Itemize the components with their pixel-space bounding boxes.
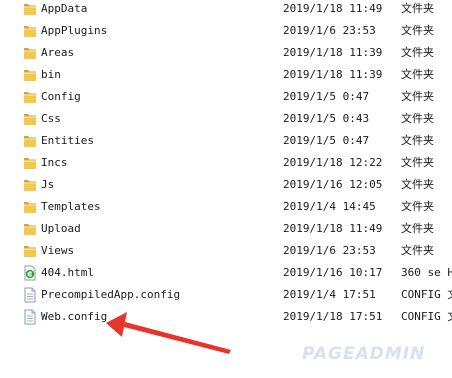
file-date-modified: 2019/1/4 14:45 — [283, 200, 376, 213]
folder-icon — [23, 133, 37, 149]
file-date-modified: 2019/1/5 0:47 — [283, 90, 370, 103]
file-date-modified: 2019/1/18 12:22 — [283, 156, 383, 169]
file-type: 360 se HTML — [401, 266, 452, 279]
file-row[interactable]: bin 2019/1/18 11:39 文件夹 — [0, 64, 452, 86]
folder-icon — [23, 1, 37, 17]
file-type: 文件夹 — [401, 178, 434, 191]
file-date-modified: 2019/1/6 23:53 — [283, 24, 376, 37]
file-name: Js — [41, 178, 55, 191]
file-row[interactable]: Entities 2019/1/5 0:47 文件夹 — [0, 130, 452, 152]
file-type: 文件夹 — [401, 156, 434, 169]
file-name: Areas — [41, 46, 75, 59]
file-name: Upload — [41, 222, 81, 235]
file-name: Views — [41, 244, 75, 257]
file-row[interactable]: Views 2019/1/6 23:53 文件夹 — [0, 240, 452, 262]
file-date-modified: 2019/1/18 17:51 — [283, 310, 383, 323]
folder-icon — [23, 243, 37, 259]
file-date-modified: 2019/1/18 11:49 — [283, 2, 383, 15]
file-date-modified: 2019/1/18 11:39 — [283, 68, 383, 81]
file-row[interactable]: Config 2019/1/5 0:47 文件夹 — [0, 86, 452, 108]
file-type: 文件夹 — [401, 222, 434, 235]
config-file-icon — [23, 309, 37, 325]
file-date-modified: 2019/1/16 10:17 — [283, 266, 383, 279]
file-date-modified: 2019/1/5 0:43 — [283, 112, 370, 125]
file-name: bin — [41, 68, 61, 81]
file-name: AppPlugins — [41, 24, 108, 37]
file-date-modified: 2019/1/6 23:53 — [283, 244, 376, 257]
file-row[interactable]: AppPlugins 2019/1/6 23:53 文件夹 — [0, 20, 452, 42]
file-date-modified: 2019/1/5 0:47 — [283, 134, 370, 147]
html-file-icon — [23, 265, 37, 281]
config-file-icon — [23, 287, 37, 303]
file-row[interactable]: Templates 2019/1/4 14:45 文件夹 — [0, 196, 452, 218]
folder-icon — [23, 67, 37, 83]
file-name: Web.config — [41, 310, 108, 323]
file-row[interactable]: PrecompiledApp.config 2019/1/4 17:51 CON… — [0, 284, 452, 306]
file-row[interactable]: Incs 2019/1/18 12:22 文件夹 — [0, 152, 452, 174]
file-type: 文件夹 — [401, 134, 434, 147]
folder-icon — [23, 155, 37, 171]
file-date-modified: 2019/1/18 11:49 — [283, 222, 383, 235]
folder-icon — [23, 221, 37, 237]
folder-icon — [23, 89, 37, 105]
file-type: 文件夹 — [401, 2, 434, 15]
file-row[interactable]: Areas 2019/1/18 11:39 文件夹 — [0, 42, 452, 64]
folder-icon — [23, 111, 37, 127]
file-type: CONFIG 文件 — [401, 288, 452, 301]
folder-icon — [23, 45, 37, 61]
file-type: 文件夹 — [401, 24, 434, 37]
file-name: Css — [41, 112, 61, 125]
folder-icon — [23, 199, 37, 215]
file-name: Templates — [41, 200, 101, 213]
file-name: Config — [41, 90, 81, 103]
file-type: 文件夹 — [401, 244, 434, 257]
file-name: 404.html — [41, 266, 94, 279]
file-row[interactable]: Css 2019/1/5 0:43 文件夹 — [0, 108, 452, 130]
file-row[interactable]: 404.html 2019/1/16 10:17 360 se HTML — [0, 262, 452, 284]
file-type: 文件夹 — [401, 46, 434, 59]
folder-icon — [23, 23, 37, 39]
file-name: Incs — [41, 156, 68, 169]
file-date-modified: 2019/1/4 17:51 — [283, 288, 376, 301]
file-row[interactable]: Js 2019/1/16 12:05 文件夹 — [0, 174, 452, 196]
file-row[interactable]: Web.config 2019/1/18 17:51 CONFIG 文件 — [0, 306, 452, 328]
file-row[interactable]: Upload 2019/1/18 11:49 文件夹 — [0, 218, 452, 240]
file-date-modified: 2019/1/16 12:05 — [283, 178, 383, 191]
watermark-logo: PAGEADMIN — [302, 344, 426, 364]
file-row[interactable]: AppData 2019/1/18 11:49 文件夹 — [0, 0, 452, 20]
file-type: CONFIG 文件 — [401, 310, 452, 323]
file-type: 文件夹 — [401, 68, 434, 81]
folder-icon — [23, 177, 37, 193]
file-name: PrecompiledApp.config — [41, 288, 181, 301]
file-list: AppData 2019/1/18 11:49 文件夹 AppPlugins 2… — [0, 0, 452, 378]
file-name: Entities — [41, 134, 94, 147]
file-type: 文件夹 — [401, 200, 434, 213]
file-date-modified: 2019/1/18 11:39 — [283, 46, 383, 59]
file-type: 文件夹 — [401, 90, 434, 103]
file-type: 文件夹 — [401, 112, 434, 125]
file-name: AppData — [41, 2, 88, 15]
